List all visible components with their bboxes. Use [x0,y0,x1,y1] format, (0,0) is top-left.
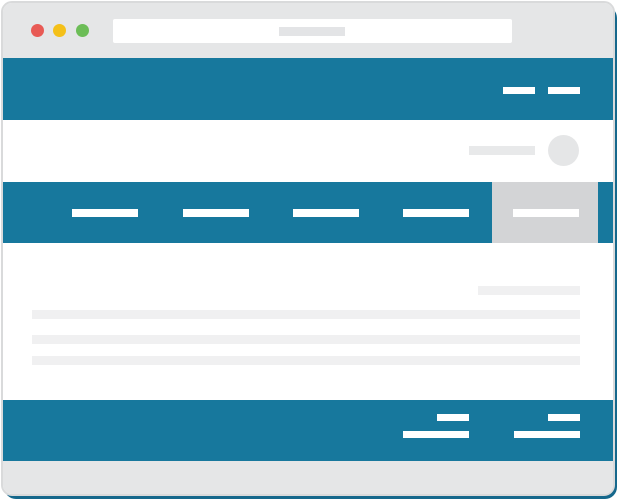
content-paragraph-3 [32,356,580,365]
maximize-window-button[interactable] [76,24,89,37]
nav-tab-5-active[interactable] [492,182,598,243]
nav-tab-label [513,209,579,217]
footer-col-2-title [548,414,580,421]
url-placeholder [279,27,345,36]
footer-col-2-link[interactable] [514,431,580,438]
top-utility-bar [3,58,613,120]
nav-tab-label [293,209,359,217]
topbar-link-1[interactable] [503,87,535,94]
main-content [3,243,613,400]
user-avatar-icon[interactable] [548,135,579,166]
nav-tab-2[interactable] [173,182,283,243]
minimize-window-button[interactable] [53,24,66,37]
browser-window [1,1,615,496]
nav-tab-1[interactable] [62,182,172,243]
browser-bottom-bar [3,461,613,494]
nav-tab-label [403,209,469,217]
user-name [469,146,535,155]
nav-tab-label [72,209,138,217]
main-navigation [3,182,613,243]
topbar-link-2[interactable] [548,87,580,94]
content-paragraph-2 [32,335,580,344]
address-bar[interactable] [113,19,512,43]
nav-tab-3[interactable] [283,182,393,243]
nav-tab-4[interactable] [393,182,503,243]
content-paragraph-1 [32,310,580,319]
content-heading [478,286,580,295]
browser-titlebar [3,3,613,58]
footer-col-1-link[interactable] [403,431,469,438]
site-header [3,120,613,182]
site-footer [3,400,613,461]
nav-tab-label [183,209,249,217]
footer-col-1-title [437,414,469,421]
close-window-button[interactable] [31,24,44,37]
